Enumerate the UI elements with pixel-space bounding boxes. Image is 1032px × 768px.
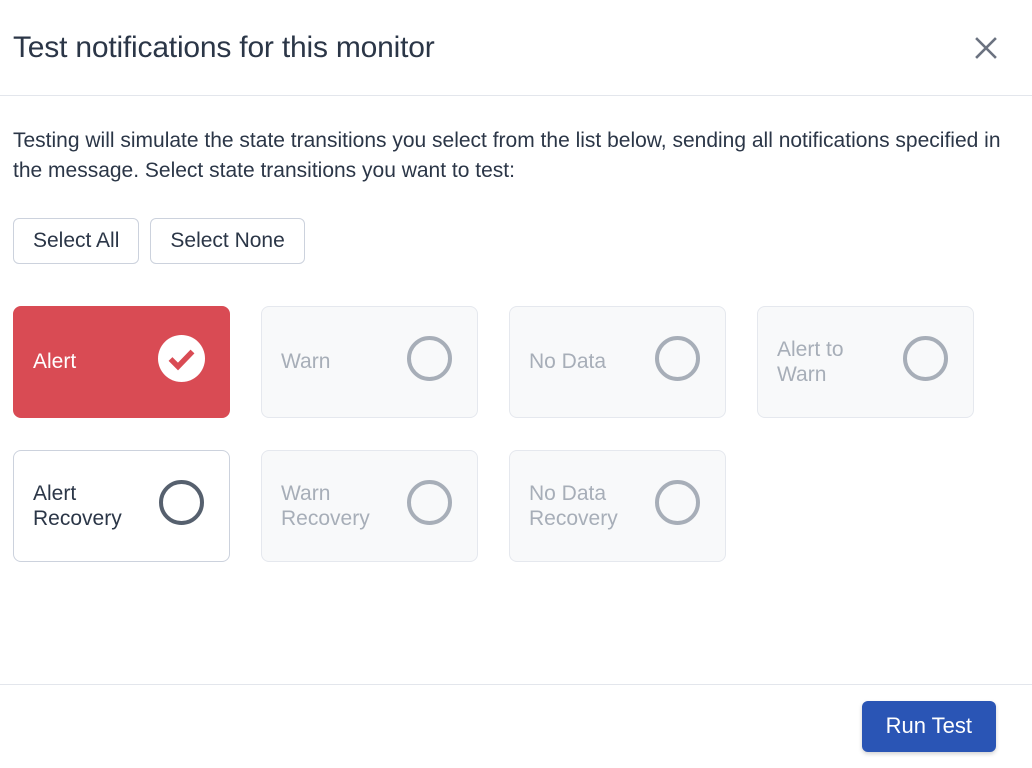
state-card-alert-recovery[interactable]: Alert Recovery <box>13 450 230 563</box>
circle-outline-icon <box>654 335 701 389</box>
circle-outline-icon <box>654 479 701 533</box>
state-card-label: Alert <box>33 350 77 374</box>
dialog-header: Test notifications for this monitor <box>0 0 1032 96</box>
state-card-label: No Data <box>529 350 607 374</box>
dialog-footer: Run Test <box>0 684 1032 768</box>
state-card-warn[interactable]: Warn <box>261 306 478 419</box>
state-transition-grid: Alert Warn No Data Alert to Warn Alert R… <box>13 306 1019 563</box>
check-circle-filled-icon <box>158 335 205 389</box>
circle-outline-icon <box>406 335 453 389</box>
close-button[interactable] <box>966 28 1006 68</box>
state-card-label: Warn Recovery <box>281 481 370 531</box>
state-card-label: Alert to Warn <box>777 337 844 387</box>
dialog-title: Test notifications for this monitor <box>13 30 435 64</box>
close-icon <box>971 33 1001 63</box>
select-all-button[interactable]: Select All <box>13 217 140 265</box>
state-card-warn-recovery[interactable]: Warn Recovery <box>261 450 478 563</box>
state-card-no-data-recovery[interactable]: No Data Recovery <box>509 450 726 563</box>
state-card-alert-to-warn[interactable]: Alert to Warn <box>757 306 974 419</box>
test-notifications-dialog: Test notifications for this monitor Test… <box>0 0 1032 768</box>
circle-outline-icon <box>902 335 949 389</box>
state-card-label: Alert Recovery <box>33 481 122 531</box>
select-none-button[interactable]: Select None <box>150 217 305 265</box>
run-test-button[interactable]: Run Test <box>861 701 996 752</box>
dialog-description: Testing will simulate the state transiti… <box>13 129 1001 183</box>
state-card-no-data[interactable]: No Data <box>509 306 726 419</box>
state-card-label: Warn <box>281 350 331 374</box>
state-card-alert[interactable]: Alert <box>13 306 230 419</box>
circle-outline-icon <box>158 479 205 533</box>
state-card-label: No Data Recovery <box>529 481 618 531</box>
selection-controls: Select All Select None <box>13 217 1019 265</box>
circle-outline-icon <box>406 479 453 533</box>
dialog-body: Testing will simulate the state transiti… <box>0 96 1032 684</box>
